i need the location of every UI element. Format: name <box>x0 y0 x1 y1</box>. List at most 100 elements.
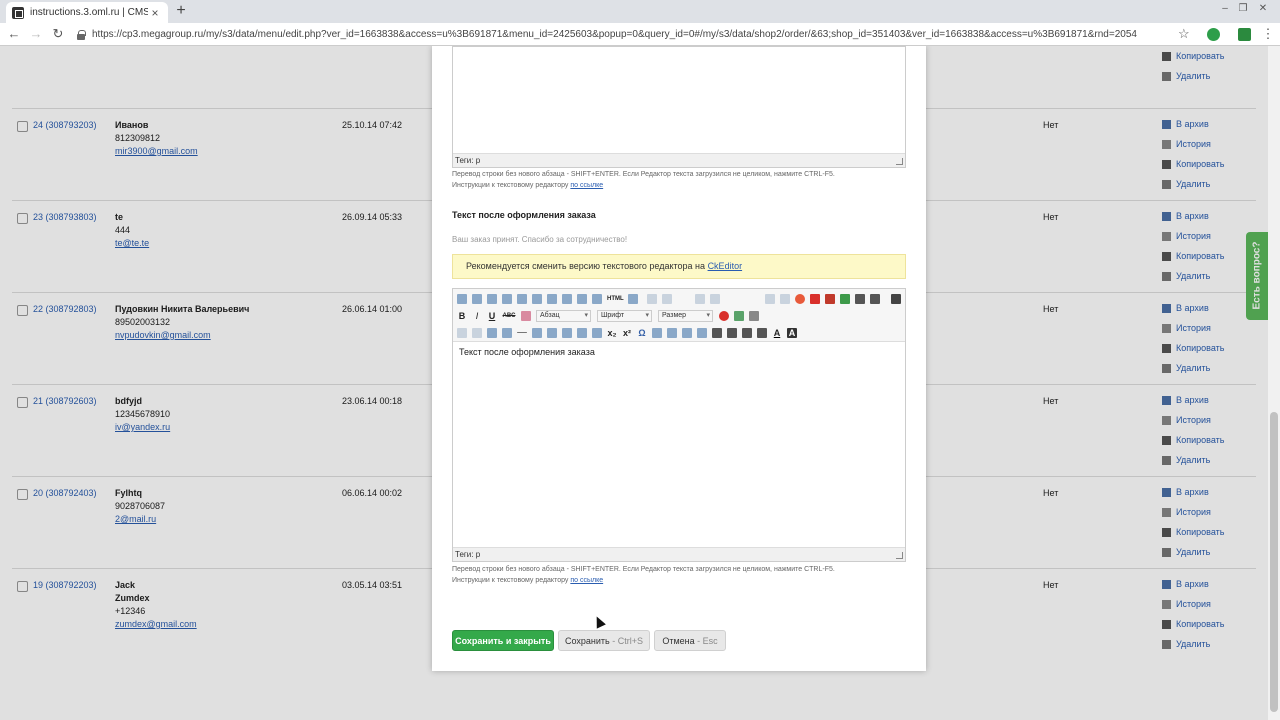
editor-toolbar-row-2: B I U ABC Абзац Шрифт Размер <box>453 307 905 324</box>
back-icon[interactable]: ← <box>6 26 22 42</box>
spellcheck-icon[interactable] <box>734 310 744 321</box>
cell-props-icon[interactable] <box>662 293 672 304</box>
scrollbar-thumb[interactable] <box>1270 412 1278 712</box>
row-icon[interactable] <box>695 293 705 304</box>
ckeditor-link[interactable]: CkEditor <box>708 261 743 271</box>
section-heading: Текст после оформления заказа <box>452 210 596 220</box>
html-icon[interactable]: HTML <box>607 294 624 304</box>
tab-close-icon[interactable]: × <box>148 6 162 20</box>
format-select[interactable]: Абзац <box>536 309 591 322</box>
remove-format-icon[interactable] <box>521 310 531 321</box>
reload-icon[interactable]: ↻ <box>50 26 66 42</box>
paste-icon[interactable] <box>547 327 557 338</box>
new-tab-icon[interactable]: + <box>172 2 190 20</box>
bullet-list-icon[interactable] <box>457 293 467 304</box>
align-justify-icon[interactable] <box>757 327 767 338</box>
horizontal-rule-icon[interactable] <box>517 332 527 333</box>
special-char-icon[interactable]: Ω <box>637 328 647 338</box>
editor-notice: Рекомендуется сменить версию текстового … <box>452 254 906 279</box>
youtube-icon[interactable] <box>810 293 820 304</box>
merge-icon[interactable] <box>765 293 775 304</box>
editor-toolbar-row-1: HTML <box>453 290 905 307</box>
redo-icon[interactable] <box>472 327 482 338</box>
instructions-link[interactable]: по ссылке <box>570 182 603 189</box>
image-icon[interactable] <box>487 293 497 304</box>
replace-icon[interactable] <box>870 293 880 304</box>
underline-icon[interactable]: U <box>487 311 497 321</box>
browser-menu-icon[interactable]: ⋮ <box>1260 26 1276 42</box>
find-icon[interactable] <box>855 293 865 304</box>
flash-icon[interactable] <box>795 293 805 304</box>
paint-icon[interactable] <box>487 327 497 338</box>
text-color-icon[interactable] <box>719 310 729 321</box>
strikethrough-icon[interactable]: ABC <box>502 311 516 321</box>
paste-text-icon[interactable] <box>562 327 572 338</box>
align-left-icon[interactable] <box>712 327 722 338</box>
edit-modal: Теги: p Перевод строки без нового абзаца… <box>432 46 926 671</box>
size-select[interactable]: Размер <box>658 309 713 322</box>
browser-tab[interactable]: instructions.3.oml.ru | CMS.S3 × <box>6 2 168 23</box>
editor-content-area[interactable]: Текст после оформления заказа <box>453 341 905 547</box>
editor-content: Текст после оформления заказа <box>459 347 595 357</box>
editor-top[interactable]: Теги: p <box>452 46 906 168</box>
rtl-icon[interactable] <box>697 327 707 338</box>
minimize-icon[interactable]: – <box>1218 2 1232 16</box>
table-props-icon[interactable] <box>647 293 657 304</box>
bookmark-star-icon[interactable]: ☆ <box>1178 26 1190 42</box>
indent-icon[interactable] <box>667 327 677 338</box>
print-icon[interactable] <box>891 293 901 304</box>
unlink-icon[interactable] <box>592 293 602 304</box>
editor-toolbar-row-3: x₂ x² Ω A A <box>453 324 905 341</box>
paste-word-icon[interactable] <box>577 327 587 338</box>
insert-table-icon[interactable] <box>547 293 557 304</box>
highlight-icon[interactable] <box>517 293 527 304</box>
insert-object-icon[interactable] <box>562 293 572 304</box>
outdent-icon[interactable] <box>652 327 662 338</box>
site-favicon-icon <box>12 6 24 19</box>
window-close-icon[interactable]: ✕ <box>1256 2 1270 16</box>
subscript-icon[interactable]: x₂ <box>607 328 617 338</box>
anchor-icon[interactable] <box>592 327 602 338</box>
column-icon[interactable] <box>710 293 720 304</box>
lock-icon <box>76 29 86 40</box>
background-color-icon[interactable]: A <box>787 327 797 338</box>
numbered-list-icon[interactable] <box>472 293 482 304</box>
editor-top-hint: Перевод строки без нового абзаца - SHIFT… <box>452 171 835 189</box>
font-select[interactable]: Шрифт <box>597 309 652 322</box>
copy-icon[interactable] <box>532 327 542 338</box>
align-center-icon[interactable] <box>727 327 737 338</box>
undo-icon[interactable] <box>457 327 467 338</box>
font-color-icon[interactable]: A <box>772 328 782 338</box>
pdf-icon[interactable] <box>825 293 835 304</box>
save-button[interactable]: Сохранить - Ctrl+S <box>558 630 650 651</box>
restore-icon[interactable]: ❐ <box>1236 2 1250 16</box>
link-icon[interactable] <box>577 293 587 304</box>
split-icon[interactable] <box>780 293 790 304</box>
browser-toolbar: ← → ↻ https://cp3.megagroup.ru/my/s3/dat… <box>0 23 1280 46</box>
superscript-icon[interactable]: x² <box>622 328 632 338</box>
maximize-icon[interactable] <box>749 310 759 321</box>
map-icon[interactable] <box>840 293 850 304</box>
orders-page: 11@mail.ruКопироватьУдалить24 (308793203… <box>0 46 1268 720</box>
page-scrollbar[interactable] <box>1268 46 1280 720</box>
ltr-icon[interactable] <box>682 327 692 338</box>
bold-icon[interactable]: B <box>457 311 467 321</box>
save-and-close-button[interactable]: Сохранить и закрыть <box>452 630 554 651</box>
align-right-icon[interactable] <box>742 327 752 338</box>
cancel-button[interactable]: Отмена - Esc <box>654 630 726 651</box>
extension-shield-icon[interactable] <box>1207 28 1220 41</box>
italic-icon[interactable]: I <box>472 311 482 321</box>
browser-tabbar: instructions.3.oml.ru | CMS.S3 × + – ❐ ✕ <box>0 0 1280 23</box>
instructions-link-2[interactable]: по ссылке <box>570 577 603 584</box>
editor-main-hint: Перевод строки без нового абзаца - SHIFT… <box>452 566 835 584</box>
editor-main: HTML B I U ABC Абзац ▾ Шрифт ▾ Размер ▾ … <box>452 288 906 562</box>
media-icon[interactable] <box>628 293 638 304</box>
tab-title: instructions.3.oml.ru | CMS.S3 <box>30 7 148 18</box>
cart-icon[interactable] <box>532 293 542 304</box>
address-bar[interactable]: https://cp3.megagroup.ru/my/s3/data/menu… <box>76 25 1196 44</box>
forward-icon[interactable]: → <box>28 26 44 42</box>
image-edit-icon[interactable] <box>502 293 512 304</box>
extension-evernote-icon[interactable] <box>1238 28 1251 41</box>
cut-icon[interactable] <box>502 327 512 338</box>
address-url: https://cp3.megagroup.ru/my/s3/data/menu… <box>92 29 1137 40</box>
